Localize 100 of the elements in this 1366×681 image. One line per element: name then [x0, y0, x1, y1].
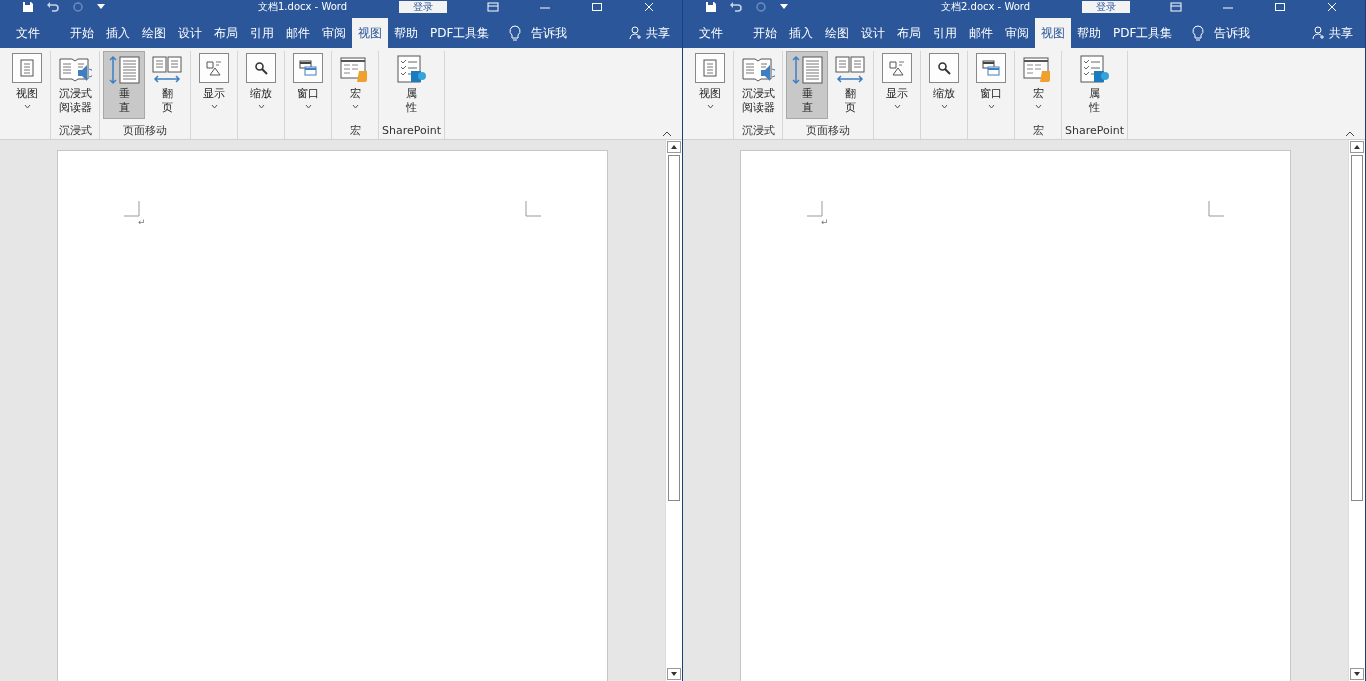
- group-label: 沉浸式: [58, 123, 92, 139]
- collapse-ribbon-icon[interactable]: [662, 131, 672, 137]
- ribbon-button[interactable]: 属 性: [1074, 51, 1115, 119]
- group-label: 页面移动: [806, 123, 850, 139]
- tell-me-button[interactable]: 告诉我: [1182, 18, 1261, 48]
- scroll-up-icon[interactable]: [1350, 141, 1364, 153]
- caret-icon[interactable]: [779, 3, 789, 11]
- ribbon-button[interactable]: 显示: [877, 51, 917, 119]
- checklist-icon: [1079, 55, 1110, 85]
- vertical-scrollbar[interactable]: [665, 140, 682, 681]
- scroll-thumb[interactable]: [1351, 155, 1363, 501]
- group-label: SharePoint: [382, 123, 442, 139]
- login-button[interactable]: 登录: [1082, 1, 1131, 13]
- ribbon-button[interactable]: 垂 直: [103, 51, 145, 119]
- lightbulb-icon: [509, 25, 522, 41]
- close-icon[interactable]: [1326, 2, 1339, 12]
- ribbon-tab[interactable]: 绘图: [136, 18, 172, 48]
- scroll-down-icon[interactable]: [667, 668, 681, 680]
- ribbon-button[interactable]: 窗口: [288, 51, 328, 119]
- ribbon-tab[interactable]: 开始: [747, 18, 783, 48]
- corner-mark: [124, 201, 140, 217]
- scroll-down-icon[interactable]: [1350, 668, 1364, 680]
- paragraph-mark: ↵: [138, 217, 147, 227]
- ribbon-tab[interactable]: 视图: [352, 18, 388, 48]
- show-icon: [205, 59, 223, 77]
- paragraph-mark: ↵: [821, 217, 830, 227]
- ribbon-tab[interactable]: 设计: [172, 18, 208, 48]
- ribbon-tab[interactable]: 视图: [1035, 18, 1071, 48]
- ribbon-tab[interactable]: 帮助: [388, 18, 424, 48]
- windows-icon: [982, 60, 1000, 76]
- vertical-scroll-icon: [790, 55, 824, 85]
- person-add-icon: [1312, 26, 1326, 40]
- ribbon-tab[interactable]: PDF工具集: [424, 18, 496, 48]
- caret-icon[interactable]: [96, 3, 106, 11]
- scroll-up-icon[interactable]: [667, 141, 681, 153]
- undo-icon[interactable]: [729, 1, 743, 13]
- ribbon-tab[interactable]: 引用: [244, 18, 280, 48]
- person-add-icon: [629, 26, 643, 40]
- login-button[interactable]: 登录: [399, 1, 448, 13]
- ribbon-tab[interactable]: PDF工具集: [1107, 18, 1179, 48]
- save-icon[interactable]: [22, 1, 34, 13]
- close-icon[interactable]: [643, 2, 656, 12]
- group-label: 页面移动: [123, 123, 167, 139]
- ribbon-tab[interactable]: 邮件: [963, 18, 999, 48]
- ribbon-button[interactable]: 窗口: [971, 51, 1011, 119]
- ribbon-button[interactable]: 翻 页: [147, 51, 187, 119]
- ribbon-button[interactable]: 沉浸式 阅读器: [54, 51, 96, 119]
- ribbon-tab[interactable]: 审阅: [316, 18, 352, 48]
- book-speaker-icon: [58, 56, 92, 84]
- ribbon-button[interactable]: 视图: [690, 51, 730, 119]
- ribbon-button[interactable]: 视图: [7, 51, 47, 119]
- show-icon: [888, 59, 906, 77]
- group-label: 宏: [1032, 123, 1044, 139]
- ribbon-tab[interactable]: 布局: [891, 18, 927, 48]
- ribbon-tab[interactable]: 审阅: [999, 18, 1035, 48]
- undo-icon[interactable]: [46, 1, 60, 13]
- maximize-icon[interactable]: [1274, 2, 1287, 12]
- ribbon-tab[interactable]: 绘图: [819, 18, 855, 48]
- ribbon-button[interactable]: 显示: [194, 51, 234, 119]
- collapse-ribbon-icon[interactable]: [1345, 131, 1355, 137]
- search-icon: [254, 61, 268, 75]
- book-speaker-icon: [741, 56, 775, 84]
- windows-icon: [299, 60, 317, 76]
- ribbon-button[interactable]: 垂 直: [786, 51, 828, 119]
- side-by-side-pages-icon: [835, 56, 865, 84]
- ribbon-button[interactable]: 宏: [1018, 51, 1058, 119]
- search-icon: [937, 61, 951, 75]
- tell-me-button[interactable]: 告诉我: [499, 18, 578, 48]
- ribbon-tab[interactable]: 文件: [4, 18, 52, 48]
- group-label: SharePoint: [1065, 123, 1125, 139]
- ribbon-button[interactable]: 缩放: [924, 51, 964, 119]
- macro-icon: [1023, 57, 1053, 83]
- ribbon-button[interactable]: 沉浸式 阅读器: [737, 51, 779, 119]
- window-title: 文档2.docx - Word: [941, 1, 1031, 13]
- ribbon-tab[interactable]: 插入: [100, 18, 136, 48]
- ribbon-button[interactable]: 缩放: [241, 51, 281, 119]
- vertical-scroll-icon: [107, 55, 141, 85]
- ribbon-display-icon[interactable]: [1170, 2, 1183, 12]
- corner-mark: [525, 201, 541, 217]
- scroll-thumb[interactable]: [668, 155, 680, 501]
- ribbon-button[interactable]: 属 性: [391, 51, 432, 119]
- ribbon-tab[interactable]: 开始: [64, 18, 100, 48]
- lightbulb-icon: [1192, 25, 1205, 41]
- ribbon-button[interactable]: 翻 页: [830, 51, 870, 119]
- page-icon: [20, 59, 34, 77]
- ribbon-tab[interactable]: 布局: [208, 18, 244, 48]
- save-icon[interactable]: [705, 1, 717, 13]
- ribbon-tab[interactable]: 插入: [783, 18, 819, 48]
- maximize-icon[interactable]: [591, 2, 604, 12]
- ribbon-tab[interactable]: 帮助: [1071, 18, 1107, 48]
- ribbon-tab[interactable]: 设计: [855, 18, 891, 48]
- ribbon-display-icon[interactable]: [487, 2, 500, 12]
- ribbon-button[interactable]: 宏: [335, 51, 375, 119]
- ribbon-tab[interactable]: 邮件: [280, 18, 316, 48]
- vertical-scrollbar[interactable]: [1348, 140, 1365, 681]
- macro-icon: [340, 57, 370, 83]
- ribbon-tab[interactable]: 文件: [687, 18, 735, 48]
- share-button[interactable]: 共享: [617, 18, 682, 48]
- share-button[interactable]: 共享: [1300, 18, 1365, 48]
- ribbon-tab[interactable]: 引用: [927, 18, 963, 48]
